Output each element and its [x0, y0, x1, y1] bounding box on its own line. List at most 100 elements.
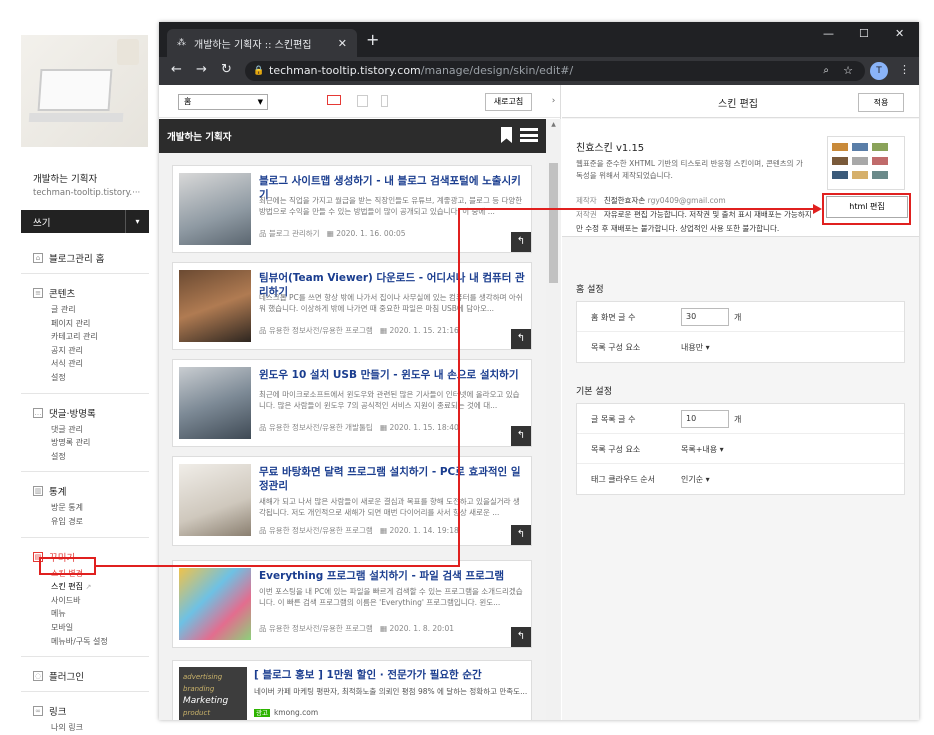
menu-links[interactable]: ∞ 링크 — [21, 704, 149, 718]
blog-url[interactable]: techman-tooltip.tistory.··· — [33, 188, 149, 198]
home-list-element-dropdown[interactable]: 내용만 ▾ — [681, 342, 710, 353]
close-window-icon[interactable]: ✕ — [895, 27, 904, 40]
post-date: 2020. 1. 15. 18:40 — [389, 423, 459, 432]
reply-icon[interactable]: ↰ — [511, 426, 531, 446]
menu-item-pages[interactable]: 페이지 관리 — [21, 317, 149, 331]
address-bar[interactable]: 🔒 techman-tooltip.tistory.com/manage/des… — [245, 61, 865, 81]
menu-item-notices[interactable]: 공지 관리 — [21, 344, 149, 358]
caret-down-icon: ▼ — [257, 98, 263, 106]
kebab-menu-icon[interactable]: ⋮ — [899, 63, 910, 76]
profile-avatar[interactable]: T — [870, 62, 888, 80]
ad-thumbnail[interactable]: advertising branding Marketing product — [179, 667, 247, 720]
menu-item-templates[interactable]: 서식 관리 — [21, 357, 149, 371]
menu-item-categories[interactable]: 카테고리 관리 — [21, 330, 149, 344]
home-post-count-input[interactable]: 30 — [681, 308, 729, 326]
menu-item-menu[interactable]: 메뉴 — [21, 607, 149, 621]
category-icon: 品 — [259, 423, 267, 432]
bookmark-icon[interactable] — [501, 127, 512, 143]
maximize-icon[interactable]: ☐ — [859, 27, 869, 40]
post-thumbnail[interactable] — [179, 568, 251, 640]
menu-contents[interactable]: ≡ 콘텐츠 — [21, 286, 149, 300]
copyright-label: 저작권 — [576, 210, 597, 219]
menu-item-visits[interactable]: 방문 통계 — [21, 501, 149, 515]
close-tab-icon[interactable]: ✕ — [338, 37, 347, 50]
list-element-dropdown[interactable]: 목록+내용 ▾ — [681, 444, 724, 455]
menu-item-skin-edit[interactable]: 스킨 편집 ↗ — [21, 580, 149, 594]
post-thumbnail[interactable] — [179, 270, 251, 342]
new-tab-icon[interactable]: + — [366, 30, 379, 49]
ad-card[interactable]: advertising branding Marketing product [… — [172, 660, 532, 720]
chevron-down-icon[interactable]: ▾ — [125, 210, 149, 233]
desktop-view-icon[interactable] — [327, 95, 341, 105]
menu-item-skin-edit-label: 스킨 편집 — [51, 582, 83, 592]
url-path: /manage/design/skin/edit#/ — [420, 64, 574, 77]
forward-icon[interactable]: → — [196, 62, 207, 77]
menu-item-comments[interactable]: 댓글 관리 — [21, 423, 149, 437]
post-date: 2020. 1. 8. 20:01 — [389, 624, 454, 633]
post-card[interactable]: 팀뷰어(Team Viewer) 다운로드 - 어디서나 내 컴퓨터 관리하기 … — [172, 262, 532, 350]
menu-plugins[interactable]: ◌ 플러그인 — [21, 669, 149, 683]
menu-item-comment-settings[interactable]: 설정 — [21, 450, 149, 464]
hamburger-icon[interactable] — [520, 128, 538, 142]
scrollbar-thumb[interactable] — [549, 163, 558, 283]
write-button[interactable]: 쓰기 ▾ — [21, 210, 149, 233]
ad-badge: 광고 — [254, 709, 270, 717]
post-thumbnail[interactable] — [179, 367, 251, 439]
menu-item-mobile[interactable]: 모바일 — [21, 621, 149, 635]
menu-item-referrers[interactable]: 유입 경로 — [21, 515, 149, 529]
back-icon[interactable]: ← — [171, 62, 182, 77]
post-title[interactable]: 윈도우 10 설치 USB 만들기 - 윈도우 내 손으로 설치하기 — [259, 368, 529, 382]
post-category[interactable]: 유용한 정보사전/유용한 프로그램 — [269, 526, 373, 535]
reply-icon[interactable]: ↰ — [511, 329, 531, 349]
star-icon[interactable]: ☆ — [843, 61, 853, 81]
post-card[interactable]: 윈도우 10 설치 USB 만들기 - 윈도우 내 손으로 설치하기 최근에 마… — [172, 359, 532, 447]
list-post-count-input[interactable]: 10 — [681, 410, 729, 428]
reply-icon[interactable]: ↰ — [511, 525, 531, 545]
post-category[interactable]: 유용한 정보사전/유용한 프로그램 — [269, 624, 373, 633]
post-card[interactable]: 무료 바탕화면 달력 프로그램 설치하기 - PC로 효과적인 일정관리 새해가… — [172, 456, 532, 546]
post-category[interactable]: 블로그 관리하기 — [269, 229, 320, 238]
calendar-icon: ▦ — [379, 423, 388, 432]
reply-icon[interactable]: ↰ — [511, 627, 531, 647]
tag-cloud-order-dropdown[interactable]: 인기순 ▾ — [681, 474, 710, 485]
preview-blog-title[interactable]: 개발하는 기획자 — [167, 129, 232, 143]
post-date: 2020. 1. 14. 19:18 — [389, 526, 459, 535]
reply-icon[interactable]: ↰ — [511, 232, 531, 252]
post-meta: 品 유용한 정보사전/유용한 프로그램 ▦ 2020. 1. 15. 21:16 — [259, 325, 459, 336]
menu-item-guestbook[interactable]: 방명록 관리 — [21, 436, 149, 450]
refresh-button[interactable]: 새로고침 — [485, 93, 532, 111]
apply-button[interactable]: 적용 — [858, 93, 904, 112]
reload-icon[interactable]: ↻ — [221, 62, 232, 77]
post-category[interactable]: 유용한 정보사전/유용한 개발툴팁 — [269, 423, 373, 432]
post-thumbnail[interactable] — [179, 173, 251, 245]
post-card[interactable]: Everything 프로그램 설치하기 - 파일 검색 프로그램 이번 포스팅… — [172, 560, 532, 648]
minimize-icon[interactable]: — — [823, 27, 834, 40]
menu-item-sidebar[interactable]: 사이드바 — [21, 594, 149, 608]
scroll-up-icon[interactable]: ▲ — [546, 121, 561, 128]
annotation-line — [96, 565, 460, 567]
browser-tab[interactable]: ⁂ 개발하는 기획자 :: 스킨편집 ✕ — [167, 29, 357, 57]
menu-item-posts[interactable]: 글 관리 — [21, 303, 149, 317]
address-toolbar: ← → ↻ 🔒 techman-tooltip.tistory.com/mana… — [159, 57, 919, 85]
menu-home[interactable]: ⌂ 블로그관리 홈 — [21, 251, 149, 265]
page-select[interactable]: 홈 ▼ — [178, 94, 268, 110]
post-title[interactable]: 무료 바탕화면 달력 프로그램 설치하기 - PC로 효과적인 일정관리 — [259, 465, 529, 493]
menu-item-menubar[interactable]: 메뉴바/구독 설정 — [21, 635, 149, 649]
menu-stats[interactable]: ▥ 통계 — [21, 484, 149, 498]
ad-source[interactable]: 광고 kmong.com — [254, 707, 318, 717]
post-category[interactable]: 유용한 정보사전/유용한 프로그램 — [269, 326, 373, 335]
menu-item-my-links[interactable]: 나의 링크 — [21, 721, 149, 735]
post-title[interactable]: Everything 프로그램 설치하기 - 파일 검색 프로그램 — [259, 569, 529, 583]
zoom-icon[interactable]: ⌕ — [823, 61, 829, 81]
ad-title[interactable]: [ 블로그 홍보 ] 1만원 할인 · 전문가가 필요한 순간 — [254, 667, 482, 682]
post-thumbnail[interactable] — [179, 464, 251, 536]
blog-profile-image[interactable] — [21, 35, 148, 147]
tablet-view-icon[interactable] — [357, 95, 368, 107]
menu-comments[interactable]: … 댓글·방명록 — [21, 406, 149, 420]
blog-name[interactable]: 개발하는 기획자 — [33, 171, 149, 185]
mobile-view-icon[interactable] — [381, 95, 388, 107]
calendar-icon: ▦ — [326, 229, 334, 238]
collapse-pane-icon[interactable]: › — [546, 85, 561, 118]
menu-item-content-settings[interactable]: 설정 — [21, 371, 149, 385]
post-date: 2020. 1. 16. 00:05 — [336, 229, 406, 238]
